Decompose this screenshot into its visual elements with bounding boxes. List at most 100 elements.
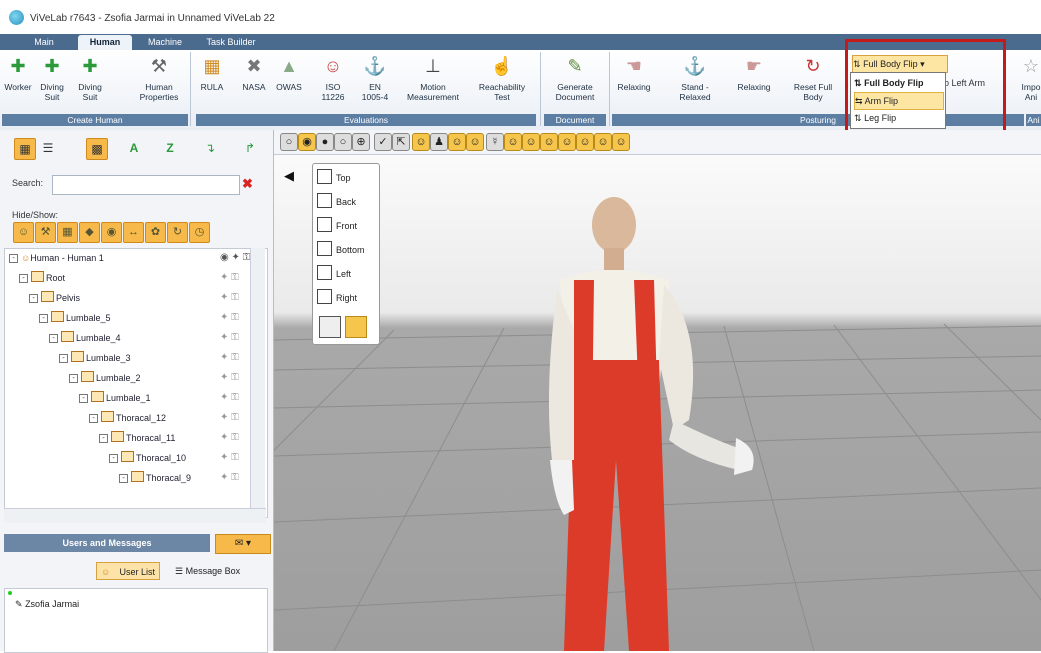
- motion-filter-icon[interactable]: ↻: [167, 222, 188, 243]
- view-top-button[interactable]: Top: [317, 168, 377, 188]
- clear-search-icon[interactable]: ✖: [242, 176, 253, 192]
- tree-node[interactable]: - Thoracal_12: [89, 409, 166, 427]
- move-icon[interactable]: ⇱: [392, 133, 410, 151]
- collapse-box-icon[interactable]: -: [49, 334, 58, 343]
- collapse-box-icon[interactable]: -: [109, 454, 118, 463]
- collapse-icon[interactable]: ↴: [200, 138, 220, 158]
- location-filter-icon[interactable]: ◉: [101, 222, 122, 243]
- view-left-button[interactable]: Left: [317, 264, 377, 284]
- collapse-box-icon[interactable]: -: [9, 254, 18, 263]
- view-front-button[interactable]: Front: [317, 216, 377, 236]
- human-figure[interactable]: [274, 130, 1041, 651]
- calendar-sort-icon[interactable]: ▩: [86, 138, 108, 160]
- wireframe-icon[interactable]: ○: [280, 133, 298, 151]
- user-list-button[interactable]: ☺ User List: [96, 562, 160, 580]
- owas-button[interactable]: ▲ OWAS: [274, 52, 304, 114]
- view-tool-2-icon[interactable]: ♟: [430, 133, 448, 151]
- view-tool-11-icon[interactable]: ☺: [594, 133, 612, 151]
- row-visibility-icons[interactable]: ✦ ⚿: [220, 389, 239, 407]
- view-tool-7-icon[interactable]: ☺: [522, 133, 540, 151]
- user-entry[interactable]: ✎ Zsofia Jarmai: [15, 599, 79, 610]
- collapse-box-icon[interactable]: -: [29, 294, 38, 303]
- tab-task-builder[interactable]: Task Builder: [198, 35, 264, 50]
- list-view-icon[interactable]: ☰: [38, 138, 58, 158]
- stand-relaxed-button[interactable]: ⚓ Stand - Relaxed: [674, 52, 716, 114]
- flat-icon[interactable]: ○: [334, 133, 352, 151]
- search-input[interactable]: [52, 175, 240, 195]
- en-1005-4-button[interactable]: ⚓ EN 1005-4: [358, 52, 392, 114]
- sort-az-icon[interactable]: A: [124, 138, 144, 158]
- tree-vertical-scrollbar[interactable]: [250, 248, 265, 516]
- group-filter-icon[interactable]: ◆: [79, 222, 100, 243]
- collapse-box-icon[interactable]: -: [19, 274, 28, 283]
- clock-filter-icon[interactable]: ◷: [189, 222, 210, 243]
- tab-machine[interactable]: Machine: [140, 35, 190, 50]
- node-filter-icon[interactable]: ▦: [57, 222, 78, 243]
- row-visibility-icons[interactable]: ✦ ⚿: [220, 349, 239, 367]
- tree-node[interactable]: - Root: [19, 269, 65, 287]
- tree-node[interactable]: - Lumbale_5: [39, 309, 111, 327]
- collapse-box-icon[interactable]: -: [69, 374, 78, 383]
- diving-suit-button[interactable]: ✚ Diving Suit: [34, 52, 70, 114]
- tree-node[interactable]: - ☺Human - Human 1: [9, 249, 104, 267]
- view-tool-6-icon[interactable]: ☺: [504, 133, 522, 151]
- row-visibility-icons[interactable]: ✦ ⚿: [220, 449, 239, 467]
- diving-suit-2-button[interactable]: ✚ Diving Suit: [72, 52, 108, 114]
- human-filter-icon[interactable]: ☺: [13, 222, 34, 243]
- shaded-icon[interactable]: ◉: [298, 133, 316, 151]
- collapse-box-icon[interactable]: -: [79, 394, 88, 403]
- relaxing-left-button[interactable]: ☛ Relaxing: [734, 52, 774, 114]
- collapse-box-icon[interactable]: -: [119, 474, 128, 483]
- tree-node[interactable]: - Pelvis: [29, 289, 80, 307]
- orthographic-icon[interactable]: [345, 316, 367, 338]
- view-tool-4-icon[interactable]: ☺: [466, 133, 484, 151]
- messages-dropdown-button[interactable]: ✉ ▾: [215, 534, 271, 554]
- tree-node[interactable]: - Lumbale_1: [79, 389, 151, 407]
- row-visibility-icons[interactable]: ◉ ✦ ⚿: [220, 249, 250, 267]
- 3d-viewport[interactable]: [274, 130, 1041, 651]
- solid-icon[interactable]: ●: [316, 133, 334, 151]
- view-tool-10-icon[interactable]: ☺: [576, 133, 594, 151]
- message-box-button[interactable]: ☰ Message Box: [175, 562, 240, 580]
- view-tool-12-icon[interactable]: ☺: [612, 133, 630, 151]
- tree-node[interactable]: - Thoracal_10: [109, 449, 186, 467]
- row-visibility-icons[interactable]: ✦ ⚿: [220, 369, 239, 387]
- tree-node[interactable]: - Lumbale_3: [59, 349, 131, 367]
- iso-11226-button[interactable]: ☺ ISO 11226: [318, 52, 348, 114]
- sphere-icon[interactable]: ⊕: [352, 133, 370, 151]
- relaxing-right-button[interactable]: ☚ Relaxing: [614, 52, 654, 114]
- row-visibility-icons[interactable]: ✦ ⚿: [220, 309, 239, 327]
- reset-full-body-button[interactable]: ↻ Reset Full Body: [790, 52, 836, 114]
- generate-document-button[interactable]: ✎ Generate Document: [548, 52, 602, 114]
- view-tool-9-icon[interactable]: ☺: [558, 133, 576, 151]
- reachability-test-button[interactable]: ☝ Reachability Test: [474, 52, 530, 114]
- row-visibility-icons[interactable]: ✦ ⚿: [220, 329, 239, 347]
- tree-node[interactable]: - Thoracal_9: [119, 469, 191, 487]
- row-visibility-icons[interactable]: ✦ ⚿: [220, 469, 239, 487]
- motion-measurement-button[interactable]: ⊥ Motion Measurement: [404, 52, 462, 114]
- tree-node[interactable]: - Lumbale_4: [49, 329, 121, 347]
- nasa-button[interactable]: ✖ NASA: [240, 52, 268, 114]
- expand-icon[interactable]: ↱: [240, 138, 260, 158]
- joint-filter-icon[interactable]: ✿: [145, 222, 166, 243]
- tree-node[interactable]: - Lumbale_2: [69, 369, 141, 387]
- collapse-box-icon[interactable]: -: [39, 314, 48, 323]
- collapse-views-arrow-icon[interactable]: ◀: [284, 168, 294, 184]
- view-tool-5-icon[interactable]: ☿: [486, 133, 504, 151]
- tree-horizontal-scrollbar[interactable]: [4, 508, 266, 523]
- collapse-box-icon[interactable]: -: [59, 354, 68, 363]
- row-visibility-icons[interactable]: ✦ ⚿: [220, 409, 239, 427]
- tree-node[interactable]: - Thoracal_11: [99, 429, 175, 447]
- view-tool-8-icon[interactable]: ☺: [540, 133, 558, 151]
- arrow-filter-icon[interactable]: ↔: [123, 222, 144, 243]
- tool-filter-icon[interactable]: ⚒: [35, 222, 56, 243]
- rula-button[interactable]: ▦ RULA: [198, 52, 226, 114]
- view-bottom-button[interactable]: Bottom: [317, 240, 377, 260]
- row-visibility-icons[interactable]: ✦ ⚿: [220, 289, 239, 307]
- view-right-button[interactable]: Right: [317, 288, 377, 308]
- row-visibility-icons[interactable]: ✦ ⚿: [220, 269, 239, 287]
- human-properties-button[interactable]: ⚒ Human Properties: [138, 52, 180, 114]
- view-back-button[interactable]: Back: [317, 192, 377, 212]
- row-visibility-icons[interactable]: ✦ ⚿: [220, 429, 239, 447]
- view-tool-3-icon[interactable]: ☺: [448, 133, 466, 151]
